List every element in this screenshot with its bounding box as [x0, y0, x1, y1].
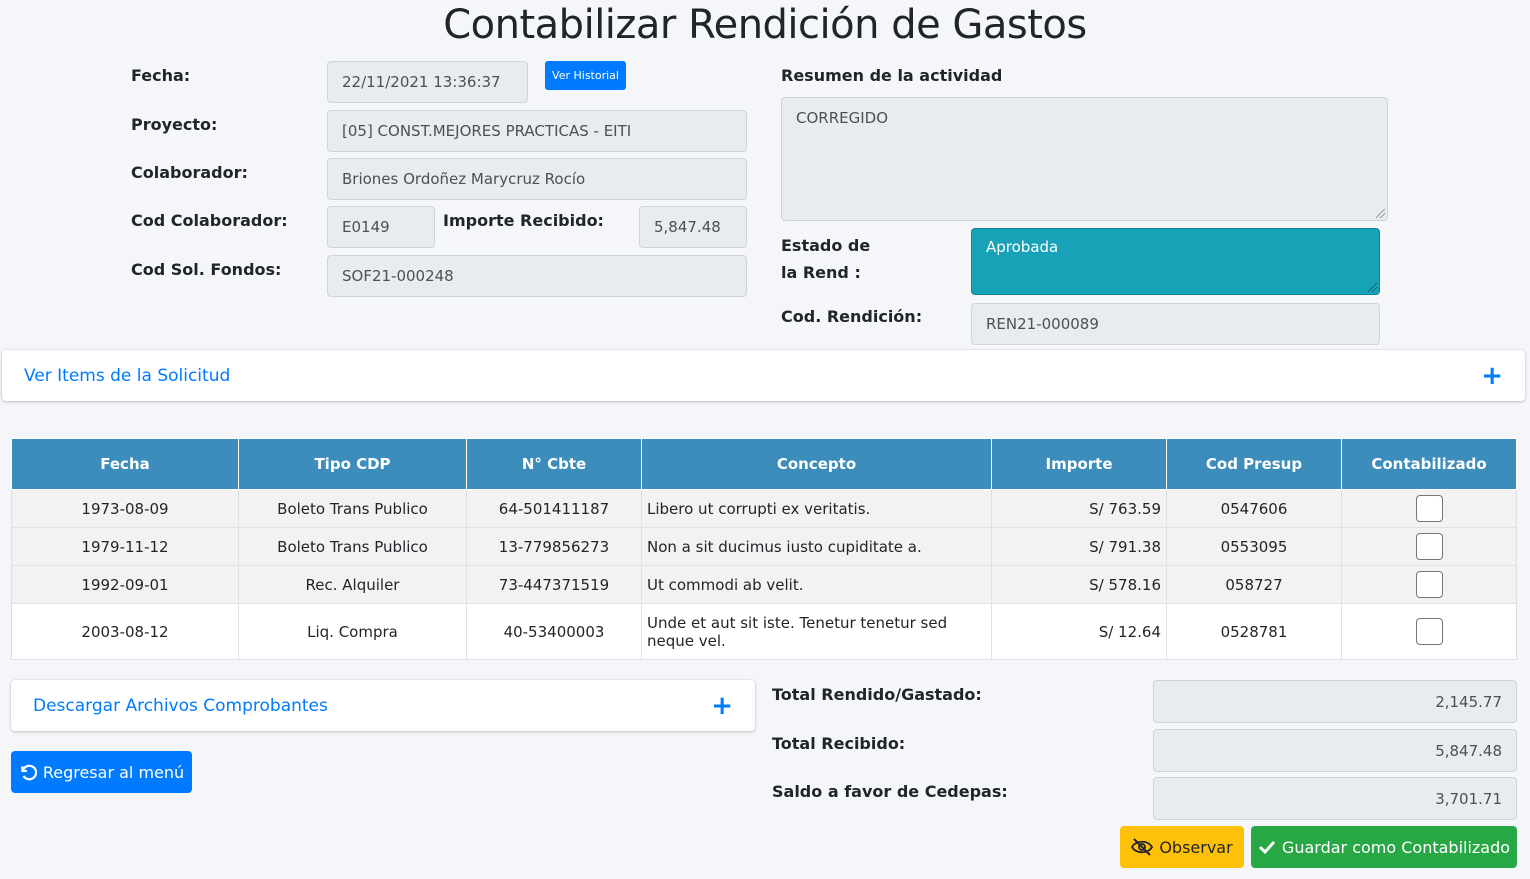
- resumen-text: CORREGIDO: [796, 109, 889, 127]
- cell-fecha: 1979-11-12: [11, 527, 239, 566]
- regresar-label: Regresar al menú: [42, 762, 185, 782]
- importe-recibido-field[interactable]: 5,847.48: [639, 206, 747, 248]
- cell-contabilizado: [1341, 603, 1517, 660]
- colaborador-field[interactable]: Briones Ordoñez Marycruz Rocío: [327, 158, 747, 200]
- cell-presup: 058727: [1166, 565, 1342, 604]
- estado-field[interactable]: Aprobada: [971, 228, 1380, 295]
- cell-tipo: Boleto Trans Publico: [238, 527, 467, 566]
- cell-presup: 0528781: [1166, 603, 1342, 660]
- cell-presup: 0553095: [1166, 527, 1342, 566]
- table-header-row: Fecha Tipo CDP N° Cbte Concepto Importe …: [11, 438, 1517, 490]
- guardar-contabilizado-button[interactable]: Guardar como Contabilizado: [1251, 826, 1517, 868]
- cell-cbte: 40-53400003: [466, 603, 642, 660]
- cell-importe: S/ 791.38: [991, 527, 1167, 566]
- estado-value: Aprobada: [986, 238, 1059, 256]
- cell-contabilizado: [1341, 489, 1517, 528]
- resize-grip-icon[interactable]: [1376, 209, 1385, 218]
- cell-cbte: 73-447371519: [466, 565, 642, 604]
- table-row: 1992-09-01 Rec. Alquiler 73-447371519 Ut…: [11, 565, 1517, 604]
- cell-contabilizado: [1341, 527, 1517, 566]
- undo-icon: [19, 763, 37, 781]
- observar-button[interactable]: Observar: [1120, 826, 1244, 868]
- fecha-field[interactable]: 22/11/2021 13:36:37: [327, 61, 528, 103]
- check-icon: [1258, 839, 1276, 855]
- header-contabilizado: Contabilizado: [1341, 438, 1517, 490]
- cell-tipo: Rec. Alquiler: [238, 565, 467, 604]
- ver-historial-button[interactable]: Ver Historial: [545, 61, 626, 90]
- table-row: 1973-08-09 Boleto Trans Publico 64-50141…: [11, 489, 1517, 528]
- regresar-button[interactable]: Regresar al menú: [11, 751, 192, 793]
- contabilizado-checkbox[interactable]: [1415, 618, 1443, 645]
- total-recibido-field[interactable]: 5,847.48: [1153, 729, 1517, 772]
- cod-sol-fondos-field[interactable]: SOF21-000248: [327, 255, 747, 297]
- plus-icon[interactable]: +: [1481, 363, 1503, 389]
- cell-concepto: Ut commodi ab velit.: [641, 565, 992, 604]
- cell-fecha: 1992-09-01: [11, 565, 239, 604]
- cod-sol-fondos-label: Cod Sol. Fondos:: [131, 260, 282, 279]
- items-table-wrapper: Fecha Tipo CDP N° Cbte Concepto Importe …: [11, 438, 1517, 660]
- cell-concepto: Unde et aut sit iste. Tenetur tenetur se…: [641, 603, 992, 660]
- header-cod-presup: Cod Presup: [1166, 438, 1342, 490]
- cell-contabilizado: [1341, 565, 1517, 604]
- estado-label-line1: Estado de: [781, 236, 871, 255]
- cell-fecha: 2003-08-12: [11, 603, 239, 660]
- estado-label: Estado de la Rend :: [781, 232, 870, 286]
- resumen-label: Resumen de la actividad: [781, 66, 1003, 85]
- table-row: 1979-11-12 Boleto Trans Publico 13-77985…: [11, 527, 1517, 566]
- observar-label: Observar: [1159, 837, 1233, 857]
- page-title: Contabilizar Rendición de Gastos: [443, 2, 1087, 48]
- plus-icon[interactable]: +: [711, 693, 733, 719]
- cell-cbte: 64-501411187: [466, 489, 642, 528]
- proyecto-field[interactable]: [05] CONST.MEJORES PRACTICAS - EITI: [327, 110, 747, 152]
- cod-rendicion-field[interactable]: REN21-000089: [971, 303, 1380, 345]
- descargar-card[interactable]: Descargar Archivos Comprobantes +: [11, 680, 755, 731]
- cell-fecha: 1973-08-09: [11, 489, 239, 528]
- saldo-field[interactable]: 3,701.71: [1153, 777, 1517, 820]
- cell-importe: S/ 12.64: [991, 603, 1167, 660]
- saldo-label: Saldo a favor de Cedepas:: [772, 782, 1008, 801]
- cell-presup: 0547606: [1166, 489, 1342, 528]
- resize-grip-icon[interactable]: [1368, 283, 1377, 292]
- cell-cbte: 13-779856273: [466, 527, 642, 566]
- header-tipo-cdp: Tipo CDP: [238, 438, 467, 490]
- contabilizado-checkbox[interactable]: [1415, 495, 1443, 522]
- total-rendido-label: Total Rendido/Gastado:: [772, 685, 982, 704]
- cell-importe: S/ 763.59: [991, 489, 1167, 528]
- total-recibido-label: Total Recibido:: [772, 734, 906, 753]
- header-fecha: Fecha: [11, 438, 239, 490]
- header-n-cbte: N° Cbte: [466, 438, 642, 490]
- ver-items-link[interactable]: Ver Items de la Solicitud: [24, 366, 230, 386]
- guardar-label: Guardar como Contabilizado: [1281, 837, 1511, 857]
- header-importe: Importe: [991, 438, 1167, 490]
- ver-items-card[interactable]: Ver Items de la Solicitud +: [2, 350, 1525, 401]
- cell-concepto: Libero ut corrupti ex veritatis.: [641, 489, 992, 528]
- descargar-link[interactable]: Descargar Archivos Comprobantes: [33, 696, 328, 716]
- table-row: 2003-08-12 Liq. Compra 40-53400003 Unde …: [11, 603, 1517, 660]
- items-table: Fecha Tipo CDP N° Cbte Concepto Importe …: [11, 438, 1517, 660]
- proyecto-label: Proyecto:: [131, 115, 218, 134]
- resumen-textarea[interactable]: CORREGIDO: [781, 97, 1388, 221]
- colaborador-label: Colaborador:: [131, 163, 248, 182]
- cell-tipo: Liq. Compra: [238, 603, 467, 660]
- cell-importe: S/ 578.16: [991, 565, 1167, 604]
- cod-colaborador-label: Cod Colaborador:: [131, 211, 288, 230]
- header-concepto: Concepto: [641, 438, 992, 490]
- cod-colaborador-field[interactable]: E0149: [327, 206, 435, 248]
- importe-recibido-label: Importe Recibido:: [443, 211, 604, 230]
- cell-concepto: Non a sit ducimus iusto cupiditate a.: [641, 527, 992, 566]
- fecha-label: Fecha:: [131, 66, 191, 85]
- eye-slash-icon: [1131, 838, 1154, 856]
- contabilizado-checkbox[interactable]: [1415, 571, 1443, 598]
- cell-tipo: Boleto Trans Publico: [238, 489, 467, 528]
- estado-label-line2: la Rend :: [781, 263, 861, 282]
- contabilizado-checkbox[interactable]: [1415, 533, 1443, 560]
- cod-rendicion-label: Cod. Rendición:: [781, 307, 923, 326]
- total-rendido-field[interactable]: 2,145.77: [1153, 680, 1517, 723]
